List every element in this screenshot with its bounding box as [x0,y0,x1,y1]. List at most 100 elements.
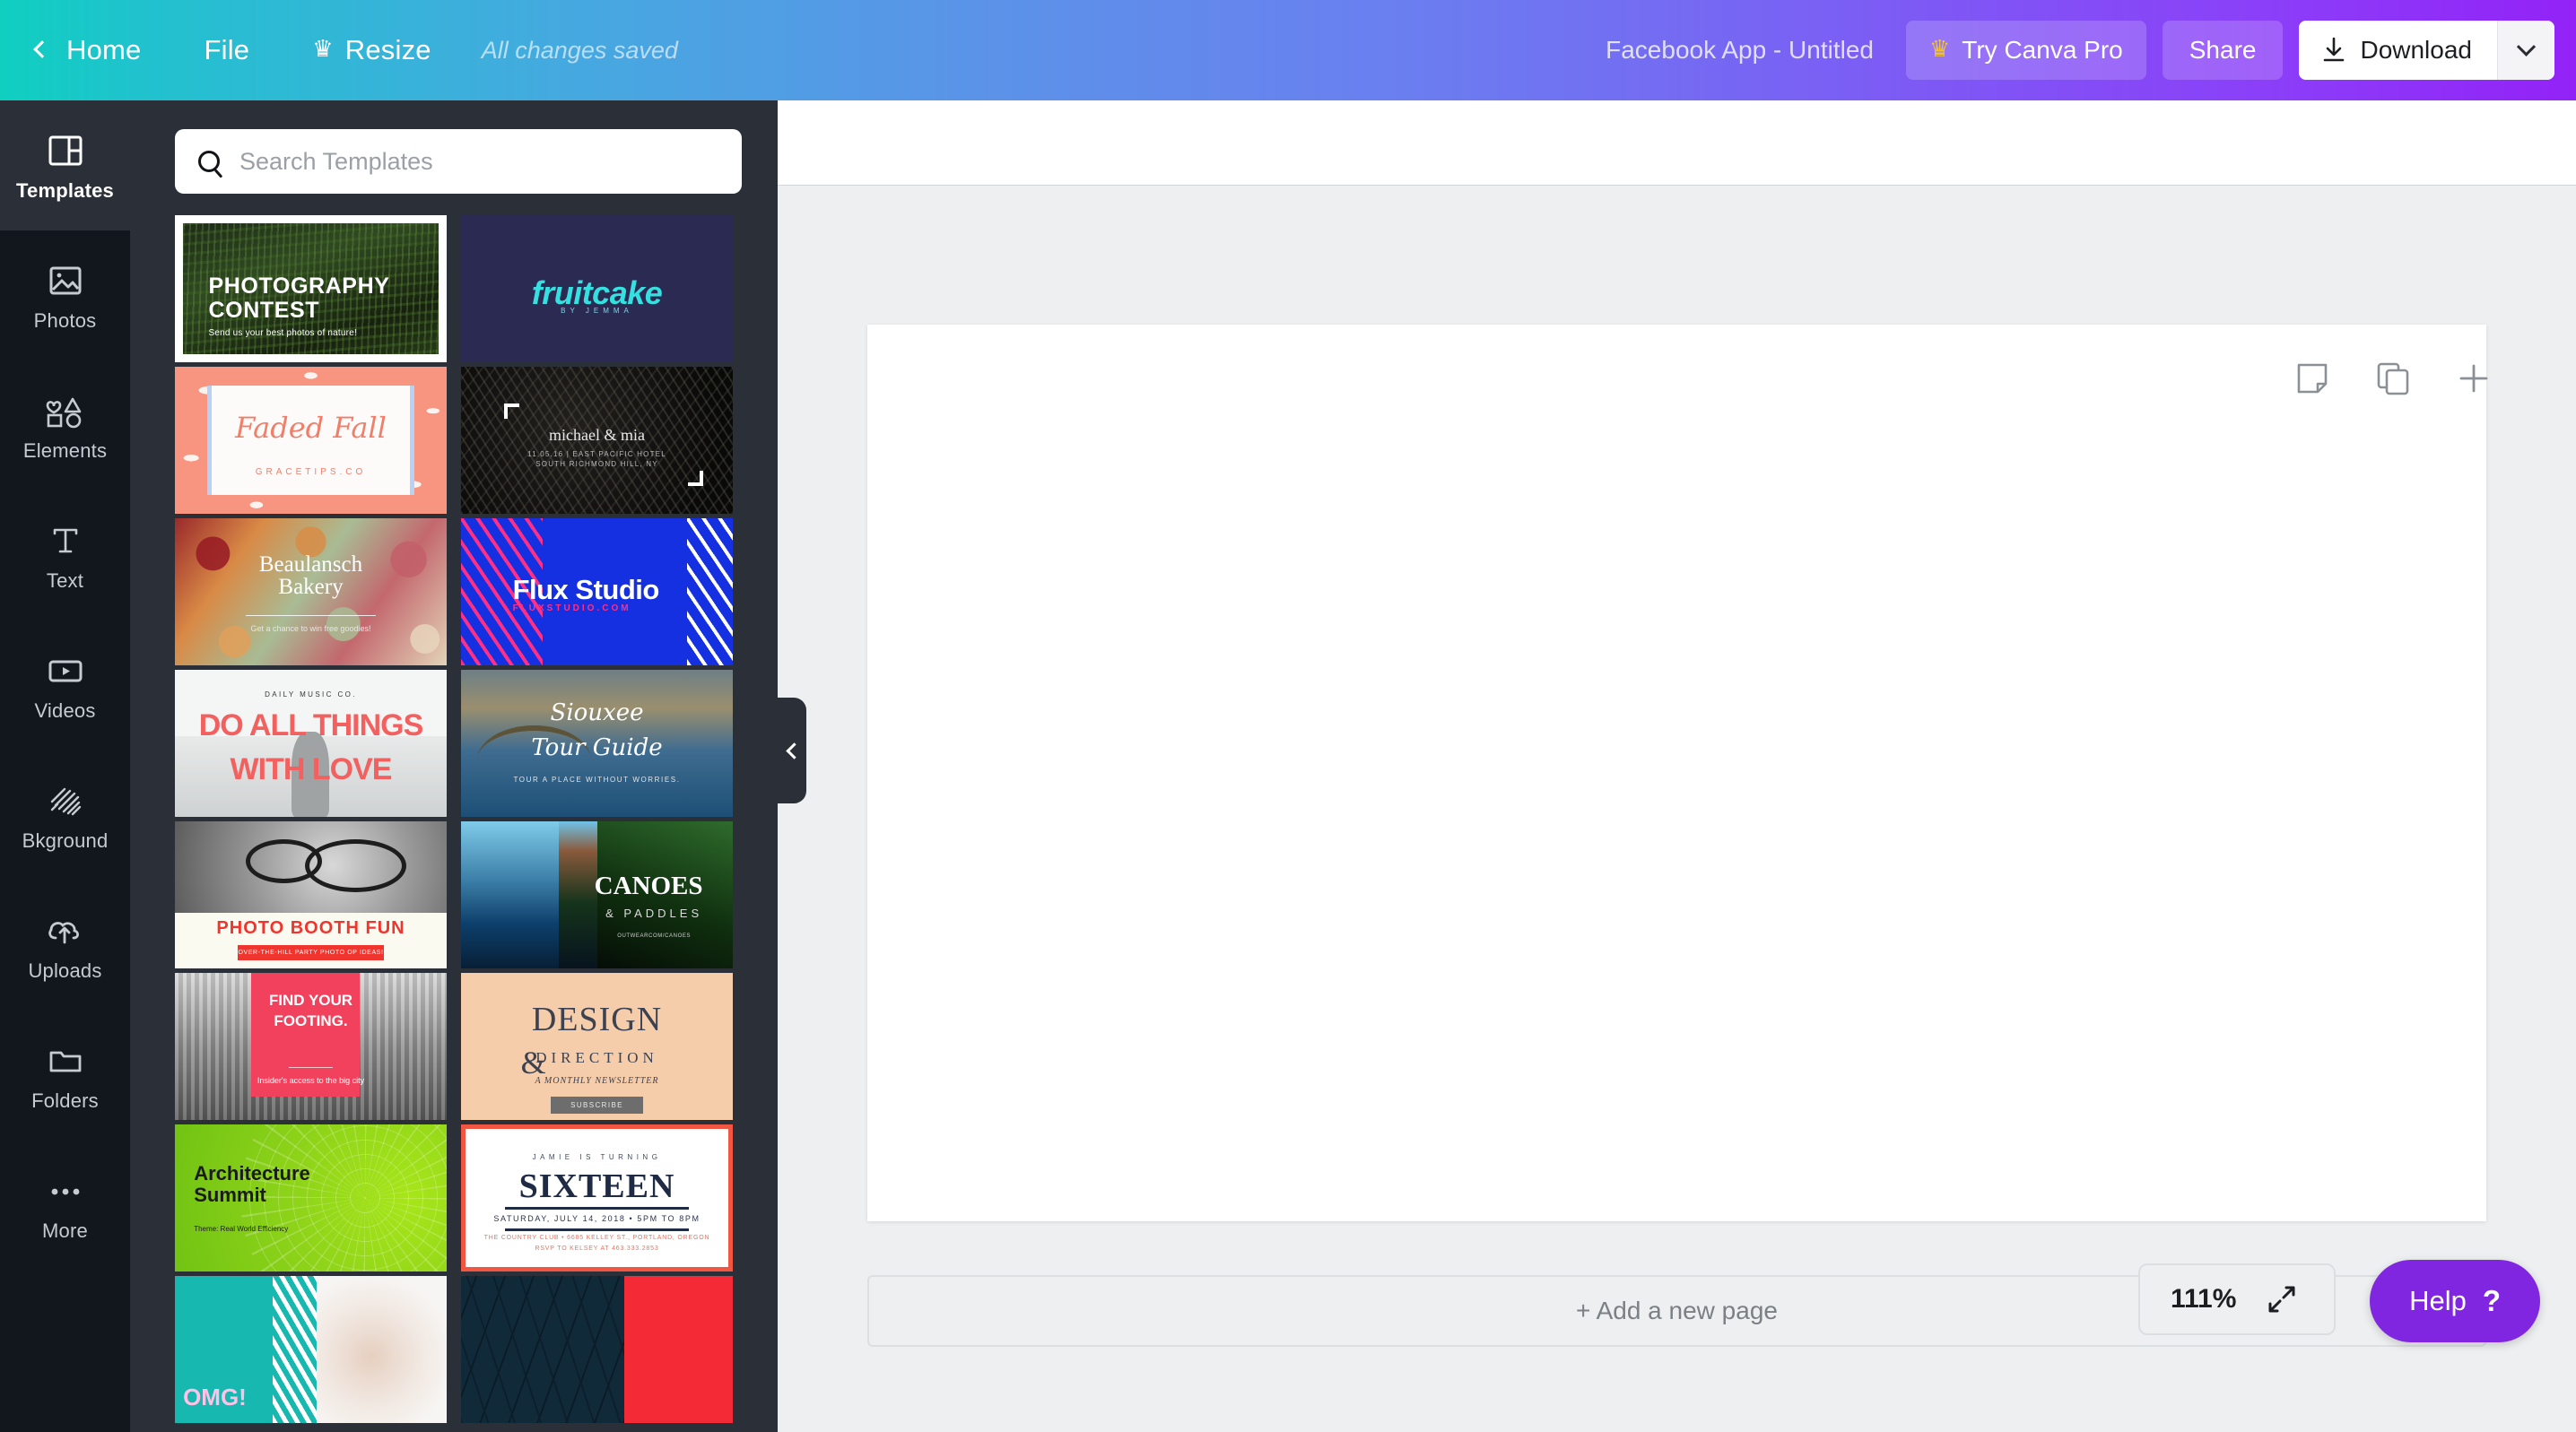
sidebar-item-label: Uploads [28,959,102,982]
template-row: PHOTOGRAPHY CONTEST Send us your best ph… [130,215,778,362]
template-row: Faded Fall GRACETIPS.CO michael & mia 11… [130,367,778,514]
template-subtitle: BY JEMMA [561,306,633,315]
template-title: CANOES [594,871,703,900]
document-title[interactable]: Facebook App - Untitled [1606,36,1874,65]
divider [504,1207,690,1211]
template-card-photo-booth-fun[interactable]: PHOTO BOOTH FUN OVER-THE-HILL PARTY PHOT… [175,821,447,968]
template-row: OMG! [130,1276,778,1423]
video-icon [46,649,85,692]
template-title: DO ALL THINGS [198,707,424,742]
try-canva-pro-button[interactable]: ♛ Try Canva Pro [1905,21,2146,80]
divider [289,1066,333,1068]
download-arrow-icon [2324,37,2345,62]
canvas-toolbar [778,100,2576,186]
canvas-area: + Add a new page 111% Help ? [778,100,2576,1432]
app-header: Home File ♛ Resize All changes saved Fac… [0,0,2576,100]
template-card-do-all-things-with-love[interactable]: DAILY MUSIC CO. DO ALL THINGS WITH LOVE [175,670,447,817]
template-subtitle: Get a chance to win free goodies! [250,624,371,634]
crown-icon: ♛ [1928,35,1951,62]
template-url: OUTWEARCOM/CANOES [617,933,692,939]
home-button[interactable]: Home [0,0,161,100]
search-box[interactable] [175,129,742,194]
duplicate-page-icon[interactable] [2373,359,2413,398]
sidebar-item-label: Bkground [22,829,109,852]
template-card-fruitcake[interactable]: fruitcake BY JEMMA [461,215,733,362]
help-button[interactable]: Help ? [2370,1260,2540,1342]
corner-mark-icon [504,404,520,419]
template-card-omg-beauty[interactable]: OMG! [175,1276,447,1423]
template-card-design-and-direction[interactable]: DESIGN & DIRECTION A MONTHLY NEWSLETTER … [461,973,733,1120]
sidebar-item-templates[interactable]: Templates [0,100,130,230]
sidebar-item-elements[interactable]: Elements [0,360,130,490]
template-title: PHOTO BOOTH FUN [216,918,405,939]
template-card-flux-studio[interactable]: Flux Studio FLUXSTUDIO.COM [461,518,733,665]
page-tools-group [2293,359,2493,398]
template-tagline: A MONTHLY NEWSLETTER [535,1075,659,1086]
templates-icon [47,129,84,172]
share-label: Share [2189,36,2257,64]
zoom-level-value: 111% [2171,1284,2237,1314]
sidebar-item-label: More [42,1219,88,1242]
template-subtitle: Insider's access to the big city [257,1075,365,1085]
template-card-sixteen-birthday[interactable]: JAMIE IS TURNING SIXTEEN SATURDAY, JULY … [461,1124,733,1271]
templates-grid[interactable]: PHOTOGRAPHY CONTEST Send us your best ph… [130,215,778,1432]
template-title: Architecture Summit [194,1161,310,1206]
zoom-control[interactable]: 111% [2138,1263,2336,1335]
header-right-group: Facebook App - Untitled ♛ Try Canva Pro … [1606,0,2576,100]
template-subtitle: DIRECTION [535,1049,658,1067]
sidebar-item-photos[interactable]: Photos [0,230,130,360]
template-title: michael & mia [549,425,645,444]
template-title: Siouxee [550,699,644,726]
sidebar-item-label: Folders [31,1089,99,1112]
templates-panel: PHOTOGRAPHY CONTEST Send us your best ph… [130,100,778,1432]
design-page-canvas[interactable] [867,325,2486,1221]
template-card-find-your-footing[interactable]: FIND YOUR FOOTING. Insider's access to t… [175,973,447,1120]
hatch-icon [47,779,84,822]
expand-arrows-icon[interactable] [2267,1284,2297,1315]
sidebar-item-more[interactable]: More [0,1141,130,1271]
template-button: OVER-THE-HILL PARTY PHOTO OP IDEAS! [237,944,385,960]
cloud-upload-icon [45,909,86,952]
template-subtitle: Theme: Real World Efficiency [194,1224,289,1233]
template-card-night-lights[interactable] [461,1276,733,1423]
add-page-icon[interactable] [2454,359,2493,398]
collapse-panel-button[interactable] [778,698,806,803]
template-eyebrow: DAILY MUSIC CO. [265,690,357,699]
file-menu-button[interactable]: File [185,0,270,100]
sidebar-item-text[interactable]: Text [0,490,130,621]
template-subtitle: & PADDLES [605,907,703,921]
template-card-michael-and-mia[interactable]: michael & mia 11.05.16 | EAST PACIFIC HO… [461,367,733,514]
share-button[interactable]: Share [2162,21,2284,80]
sidebar-item-label: Photos [33,308,97,332]
download-options-button[interactable] [2497,21,2554,80]
resize-button[interactable]: ♛ Resize [292,0,450,100]
template-subtitle: TOUR A PLACE WITHOUT WORRIES. [513,776,681,785]
template-title-line2: Tour Guide [531,734,663,762]
sidebar-item-folders[interactable]: Folders [0,1011,130,1141]
try-pro-label: Try Canva Pro [1962,36,2123,64]
template-card-beaulansch-bakery[interactable]: Beaulansch Bakery Get a chance to win fr… [175,518,447,665]
template-title: DESIGN [531,1000,663,1038]
chevron-left-icon [33,40,51,58]
template-title: Beaulansch Bakery [258,552,363,600]
download-button[interactable]: Download [2299,21,2497,80]
notes-icon[interactable] [2293,359,2332,398]
sidebar-item-uploads[interactable]: Uploads [0,881,130,1011]
template-card-photography-contest[interactable]: PHOTOGRAPHY CONTEST Send us your best ph… [175,215,447,362]
divider [504,1228,690,1231]
template-title: FIND YOUR FOOTING. [268,991,353,1029]
template-title: SIXTEEN [518,1167,675,1205]
template-card-canoes-and-paddles[interactable]: CANOES & PADDLES OUTWEARCOM/CANOES [461,821,733,968]
search-input[interactable] [239,147,688,176]
template-eyebrow: JAMIE IS TURNING [532,1153,662,1162]
template-card-architecture-summit[interactable]: Architecture Summit Theme: Real World Ef… [175,1124,447,1271]
glasses-icon [245,838,322,883]
template-title: OMG! [183,1383,247,1410]
sidebar-item-videos[interactable]: Videos [0,621,130,751]
photo-icon [47,259,84,302]
template-card-faded-fall[interactable]: Faded Fall GRACETIPS.CO [175,367,447,514]
sidebar-item-bkground[interactable]: Bkground [0,751,130,881]
template-title: PHOTOGRAPHY CONTEST [208,273,390,323]
template-subtitle: 11.05.16 | EAST PACIFIC HOTEL SOUTH RICH… [527,449,666,469]
template-card-siouxee-tour-guide[interactable]: Siouxee Tour Guide TOUR A PLACE WITHOUT … [461,670,733,817]
